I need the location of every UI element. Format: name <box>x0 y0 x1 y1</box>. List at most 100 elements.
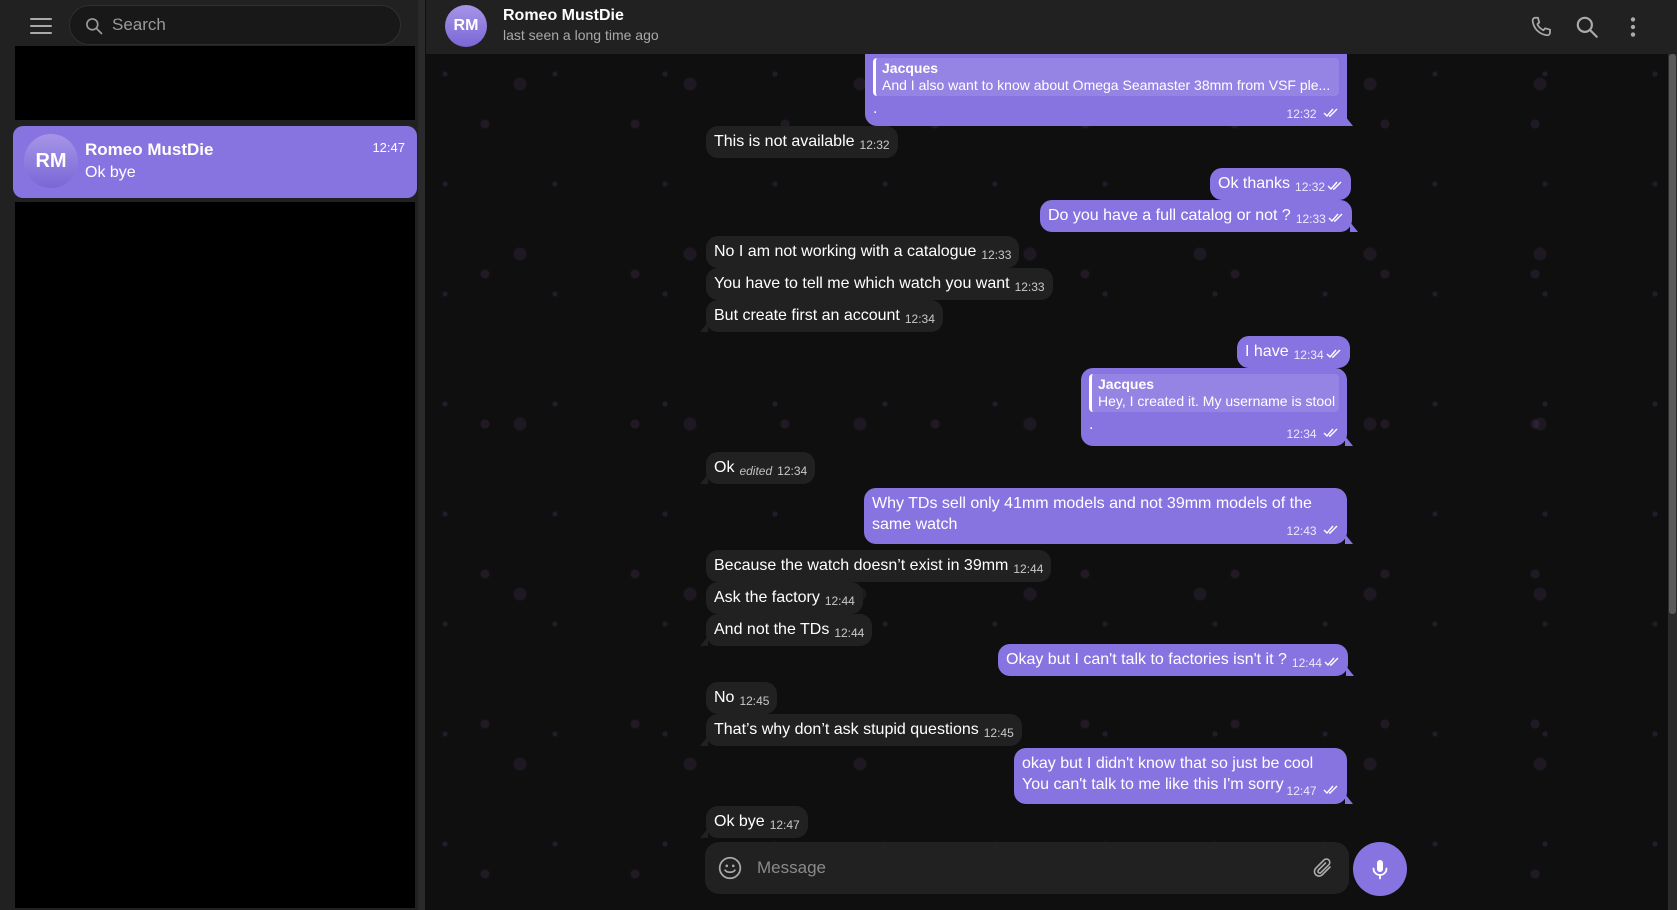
chat-list-item-romeo[interactable]: RM Romeo MustDie 12:47 Ok bye <box>13 126 417 198</box>
message-text: Ok bye <box>714 813 765 830</box>
message-text: Ok <box>714 459 735 476</box>
sidebar-banner-area <box>15 46 415 120</box>
avatar[interactable]: RM <box>445 5 487 47</box>
message-time: 12:47 <box>1286 784 1317 798</box>
message-time: 12:34 <box>904 312 935 326</box>
phone-icon[interactable] <box>1528 14 1554 40</box>
message-time: 12:33 <box>1014 280 1045 294</box>
message-composer[interactable] <box>705 842 1349 894</box>
chat-preview: Ok bye <box>85 164 136 181</box>
paperclip-icon[interactable] <box>1311 855 1335 881</box>
message-text: Okay but I can't talk to factories isn't… <box>1006 651 1287 668</box>
hamburger-menu-icon[interactable] <box>24 14 58 38</box>
message-list[interactable]: Jacques And I also want to know about Om… <box>425 54 1677 910</box>
message-bubble-incoming[interactable]: But create first an account 12:34 <box>700 300 943 332</box>
message-bubble-incoming[interactable]: You have to tell me which watch you want… <box>706 268 1053 300</box>
message-time: 12:47 <box>769 818 800 832</box>
reply-quote[interactable]: Jacques And I also want to know about Om… <box>873 58 1339 96</box>
emoji-smile-icon[interactable] <box>717 855 743 881</box>
message-text: Why TDs sell only 41mm models and not 39… <box>872 495 1312 512</box>
message-bubble-outgoing[interactable]: Jacques Hey, I created it. My username i… <box>1081 368 1353 446</box>
chat-list-empty-area <box>15 202 415 908</box>
message-text: Ask the factory <box>714 589 820 606</box>
message-text: Ok thanks <box>1218 175 1291 192</box>
reply-text: And I also want to know about Omega Seam… <box>882 77 1331 93</box>
reply-author: Jacques <box>1098 376 1155 392</box>
message-time: 12:33 <box>1295 212 1326 226</box>
message-bubble-incoming[interactable]: Because the watch doesn’t exist in 39mm 1… <box>706 550 1052 582</box>
message-time: 12:44 <box>1013 562 1044 576</box>
double-check-icon <box>1328 213 1343 223</box>
message-time: 12:43 <box>1286 524 1317 538</box>
chat-scrollbar[interactable] <box>1668 54 1677 910</box>
message-bubble-outgoing[interactable]: Jacques And I also want to know about Om… <box>865 54 1353 126</box>
chat-title[interactable]: Romeo MustDie <box>503 7 624 25</box>
message-text: You have to tell me which watch you want <box>714 275 1010 292</box>
chat-name: Romeo MustDie <box>85 140 214 159</box>
message-bubble-outgoing[interactable]: okay but I didn't know that so just be c… <box>1014 748 1353 804</box>
message-text: You can't talk to me like this I'm sorry <box>1022 776 1284 793</box>
message-time: 12:34 <box>1286 427 1317 441</box>
message-time: 12:32 <box>1295 180 1326 194</box>
message-text: I have <box>1245 343 1289 360</box>
telegram-app: RM Romeo MustDie 12:47 Ok bye RM Romeo M… <box>0 0 1677 910</box>
message-text: No I am not working with a catalogue <box>714 243 977 260</box>
last-seen-status: last seen a long time ago <box>503 27 659 43</box>
more-vertical-icon[interactable] <box>1620 14 1646 40</box>
message-time: 12:45 <box>739 694 770 708</box>
message-bubble-incoming[interactable]: And not the TDs 12:44 <box>699 614 873 646</box>
reply-quote[interactable]: Jacques Hey, I created it. My username i… <box>1089 374 1339 412</box>
chat-header[interactable]: RM Romeo MustDie last seen a long time a… <box>425 0 1677 54</box>
message-text: same watch <box>872 516 958 533</box>
double-check-icon <box>1327 181 1342 191</box>
message-bubble-incoming[interactable]: Ask the factory 12:44 <box>706 582 863 614</box>
double-check-icon <box>1324 657 1339 667</box>
double-check-icon <box>1326 349 1341 359</box>
reply-text: Hey, I created it. My username is stool <box>1098 393 1336 409</box>
message-bubble-incoming[interactable]: Ok bye 12:47 <box>700 806 808 838</box>
double-check-icon <box>1323 785 1338 795</box>
message-time: 12:44 <box>1291 656 1322 670</box>
search-box[interactable] <box>69 5 401 45</box>
message-text: okay but I didn't know that so just be c… <box>1022 755 1314 772</box>
search-input[interactable] <box>112 6 392 44</box>
message-text: Do you have a full catalog or not ? <box>1048 207 1291 224</box>
chat-time: 12:47 <box>372 140 405 155</box>
message-bubble-outgoing[interactable]: I have 12:34 <box>1237 336 1350 368</box>
message-bubble-incoming[interactable]: That’s why don’t ask stupid questions 12:… <box>700 714 1022 746</box>
message-text: And not the TDs <box>714 621 830 638</box>
message-time: 12:45 <box>983 726 1014 740</box>
search-icon[interactable] <box>1574 14 1600 40</box>
message-bubble-outgoing[interactable]: Why TDs sell only 41mm models and not 39… <box>864 488 1353 544</box>
message-text: Because the watch doesn’t exist in 39mm <box>714 557 1009 574</box>
double-check-icon <box>1323 108 1338 118</box>
message-time: 12:32 <box>859 138 890 152</box>
message-time: 12:32 <box>1286 107 1317 121</box>
message-text: But create first an account <box>714 307 900 324</box>
message-time: 12:44 <box>824 594 855 608</box>
sidebar-scrollbar[interactable] <box>418 0 425 910</box>
avatar: RM <box>24 134 78 188</box>
sidebar: RM Romeo MustDie 12:47 Ok bye <box>0 0 425 910</box>
microphone-icon <box>1372 860 1388 880</box>
double-check-icon <box>1323 525 1338 535</box>
message-bubble-incoming[interactable]: Ok edited 12:34 <box>699 452 816 484</box>
message-time: 12:34 <box>777 464 808 478</box>
message-text: This is not available <box>714 133 855 150</box>
message-time: 12:34 <box>1293 348 1324 362</box>
message-bubble-outgoing[interactable]: Do you have a full catalog or not ? 12:33 <box>1040 200 1358 232</box>
message-input[interactable] <box>757 842 1277 894</box>
message-bubble-incoming[interactable]: No 12:45 <box>706 682 778 714</box>
message-text: No <box>714 689 735 706</box>
message-text: . <box>873 100 878 117</box>
message-bubble-outgoing[interactable]: Okay but I can't talk to factories isn't… <box>998 644 1354 676</box>
message-bubble-incoming[interactable]: No I am not working with a catalogue 12:3… <box>706 236 1020 268</box>
double-check-icon <box>1323 428 1338 438</box>
message-bubble-outgoing[interactable]: Ok thanks 12:32 <box>1210 168 1352 200</box>
message-bubble-incoming[interactable]: This is not available 12:32 <box>706 126 898 158</box>
search-icon <box>86 18 103 35</box>
edited-label: edited <box>739 464 773 478</box>
reply-author: Jacques <box>882 60 939 76</box>
message-text: . <box>1089 416 1094 433</box>
voice-record-button[interactable] <box>1353 842 1407 896</box>
